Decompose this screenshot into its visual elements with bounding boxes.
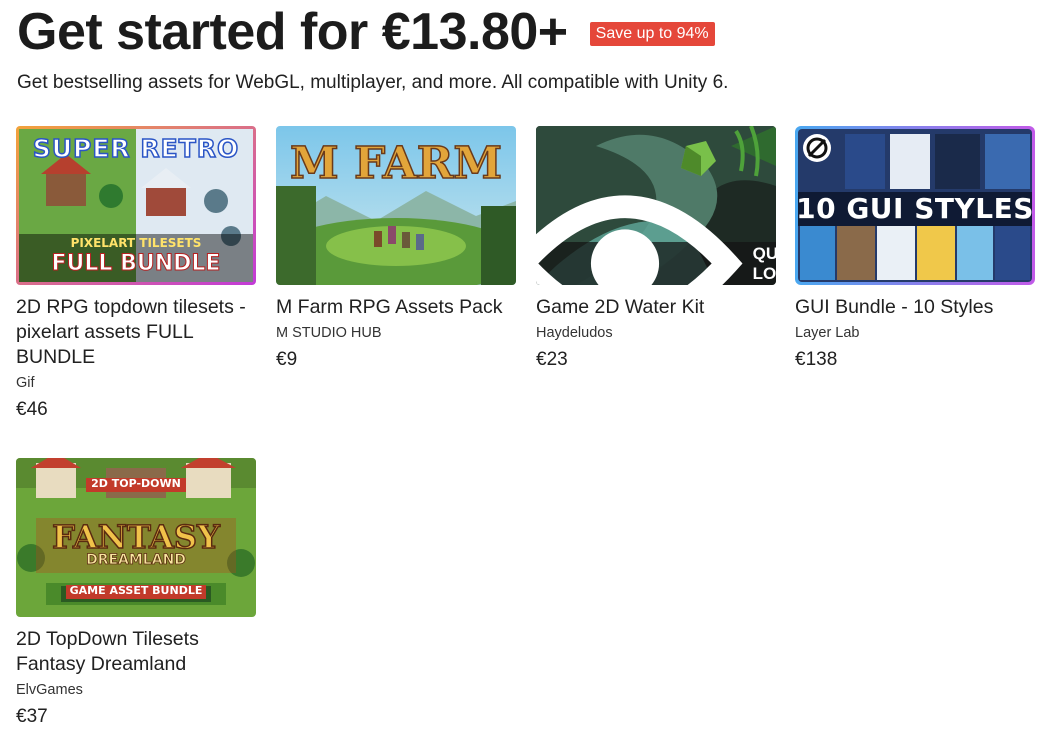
product-publisher[interactable]: Gif bbox=[16, 373, 256, 393]
product-card-super-retro[interactable]: SUPER RETRO PIXELART TILESETS FULL BUNDL… bbox=[16, 126, 256, 422]
top-down-label: 2D TOP-DOWN bbox=[91, 477, 181, 490]
product-thumbnail[interactable]: SUPER RETRO PIXELART TILESETS FULL BUNDL… bbox=[16, 126, 256, 285]
fantasy-logo-text: FANTASY bbox=[51, 518, 220, 556]
product-price: €9 bbox=[276, 349, 298, 370]
product-thumbnail[interactable]: QUICK LOOK bbox=[536, 126, 776, 285]
page-title: Get started for €13.80+ bbox=[17, 3, 568, 61]
eye-icon bbox=[536, 184, 745, 285]
product-price: €46 bbox=[16, 399, 48, 420]
product-thumbnail[interactable]: 2D TOP-DOWN FANTASY DREAMLAND GAME ASSET… bbox=[16, 458, 256, 617]
game-asset-bundle-label: GAME ASSET BUNDLE bbox=[69, 584, 203, 597]
product-publisher[interactable]: Haydeludos bbox=[536, 323, 776, 343]
page-subtitle: Get bestselling assets for WebGL, multip… bbox=[17, 72, 729, 93]
super-retro-logo-text: SUPER RETRO bbox=[32, 133, 240, 164]
product-publisher[interactable]: Layer Lab bbox=[795, 323, 1035, 343]
product-thumbnail[interactable]: 10 GUI STYLES bbox=[795, 126, 1035, 285]
product-title[interactable]: Game 2D Water Kit bbox=[536, 295, 776, 320]
product-publisher[interactable]: ElvGames bbox=[16, 680, 256, 700]
gui-styles-label: 10 GUI STYLES bbox=[796, 192, 1034, 225]
product-card-water-kit[interactable]: QUICK LOOK Game 2D Water Kit Haydeludos … bbox=[536, 126, 776, 372]
product-title[interactable]: GUI Bundle - 10 Styles bbox=[795, 295, 1035, 320]
product-publisher[interactable]: M STUDIO HUB bbox=[276, 323, 516, 343]
super-retro-logo: SUPER RETRO bbox=[16, 133, 256, 164]
product-title[interactable]: M Farm RPG Assets Pack bbox=[276, 295, 516, 320]
pixelart-tilesets-label: PIXELART TILESETS bbox=[70, 236, 202, 250]
quick-look-label: QUICK LOOK bbox=[752, 243, 776, 283]
product-title[interactable]: 2D TopDown Tilesets Fantasy Dreamland bbox=[16, 627, 256, 677]
dreamland-logo-text: DREAMLAND bbox=[86, 552, 187, 569]
full-bundle-label: FULL BUNDLE bbox=[51, 251, 221, 277]
product-card-m-farm[interactable]: M FARM M Farm RPG Assets Pack M STUDIO H… bbox=[276, 126, 516, 372]
product-price: €23 bbox=[536, 349, 568, 370]
quick-look-button[interactable]: QUICK LOOK bbox=[536, 195, 776, 285]
product-price: €138 bbox=[795, 349, 838, 370]
m-farm-logo-text: M FARM bbox=[289, 137, 503, 190]
product-title[interactable]: 2D RPG topdown tilesets - pixelart asset… bbox=[16, 295, 256, 370]
headline: Get started for €13.80+ Save up to 94% bbox=[17, 2, 715, 62]
discount-badge: Save up to 94% bbox=[589, 22, 715, 46]
product-price: €37 bbox=[16, 706, 48, 727]
product-card-gui-bundle[interactable]: 10 GUI STYLES GUI Bundle - 10 Styles Lay… bbox=[795, 126, 1035, 372]
product-thumbnail[interactable]: M FARM bbox=[276, 126, 516, 285]
product-card-fantasy-dreamland[interactable]: 2D TOP-DOWN FANTASY DREAMLAND GAME ASSET… bbox=[16, 458, 256, 729]
